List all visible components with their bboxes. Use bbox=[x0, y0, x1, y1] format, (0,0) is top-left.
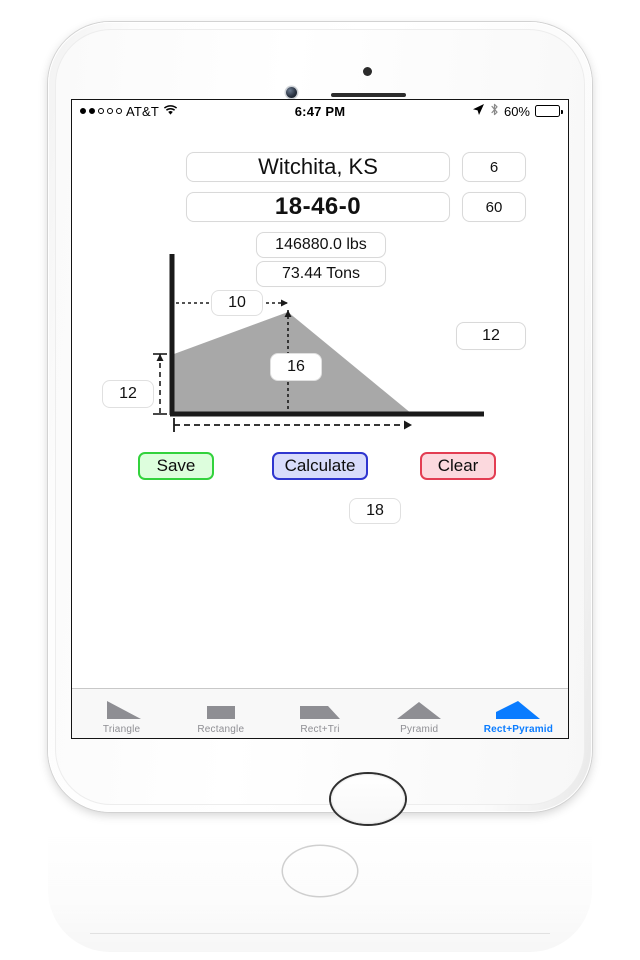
clear-button[interactable]: Clear bbox=[420, 452, 496, 480]
dimension-label-base-length[interactable]: 18 bbox=[349, 498, 401, 524]
status-bar: AT&T 6:47 PM 60% bbox=[72, 100, 568, 122]
tab-label-triangle: Triangle bbox=[102, 724, 141, 735]
location-arrow-icon bbox=[472, 103, 485, 119]
front-camera-icon bbox=[286, 87, 297, 98]
battery-percent-label: 60% bbox=[503, 103, 530, 119]
reflection-home-button bbox=[283, 846, 357, 896]
dimension-label-wall-height[interactable]: 12 bbox=[102, 380, 154, 408]
tab-label-pyramid: Pyramid bbox=[400, 724, 439, 735]
location-input[interactable]: Witchita, KS bbox=[186, 152, 450, 182]
phone-reflection bbox=[48, 820, 592, 952]
dimension-label-top-width[interactable]: 10 bbox=[211, 290, 263, 316]
tab-label-rectangle: Rectangle bbox=[197, 724, 245, 735]
tab-triangle[interactable]: Triangle bbox=[72, 689, 171, 738]
rect-tri-icon bbox=[294, 699, 346, 721]
tab-rectangle[interactable]: Rectangle bbox=[171, 689, 270, 738]
tab-label-rect-tri: Rect+Tri bbox=[300, 724, 340, 735]
tab-rect-pyramid[interactable]: Rect+Pyramid bbox=[469, 689, 568, 738]
action-button-row: Save Calculate Clear bbox=[72, 452, 568, 492]
tab-bar: Triangle Rectangle Rect+Tri Pyramid Rect… bbox=[72, 688, 568, 738]
rect-pyramid-icon bbox=[490, 699, 546, 721]
phone-screen: AT&T 6:47 PM 60% Witchita, KS 6 18-46-0 … bbox=[72, 100, 568, 738]
dimension-label-peak-height[interactable]: 16 bbox=[270, 353, 322, 381]
earpiece-speaker-icon bbox=[331, 93, 406, 97]
tab-rect-tri[interactable]: Rect+Tri bbox=[270, 689, 369, 738]
reflection-edge bbox=[90, 933, 550, 934]
save-button[interactable]: Save bbox=[138, 452, 214, 480]
battery-icon bbox=[535, 105, 563, 117]
shape-diagram: 10 16 12 18 bbox=[72, 212, 568, 524]
calculate-button[interactable]: Calculate bbox=[272, 452, 368, 480]
proximity-sensor-icon bbox=[363, 67, 372, 76]
status-bar-right: 60% bbox=[472, 100, 563, 122]
screenshot-stage: AT&T 6:47 PM 60% Witchita, KS 6 18-46-0 … bbox=[0, 0, 640, 960]
tab-pyramid[interactable]: Pyramid bbox=[370, 689, 469, 738]
rectangle-icon bbox=[198, 699, 244, 721]
home-button[interactable] bbox=[331, 774, 405, 824]
bluetooth-icon bbox=[490, 103, 499, 119]
triangle-icon bbox=[99, 699, 145, 721]
depth-input[interactable]: 6 bbox=[462, 152, 526, 182]
app-content: Witchita, KS 6 18-46-0 60 146880.0 lbs 7… bbox=[72, 122, 568, 738]
pyramid-icon bbox=[393, 699, 445, 721]
tab-label-rect-pyramid: Rect+Pyramid bbox=[483, 724, 554, 735]
